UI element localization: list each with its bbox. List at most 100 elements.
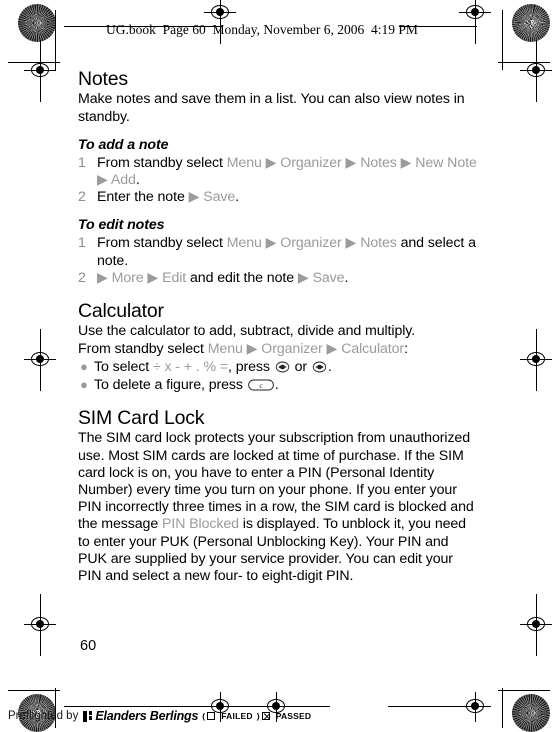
footer-rule-mid — [230, 706, 330, 708]
ui-string: ▶ — [261, 154, 281, 171]
registration-mark-left-top — [24, 40, 56, 102]
calculator-bullet-list: ● To select ÷ x - + . % =, press or . ● — [78, 358, 478, 394]
ui-string: Organizer — [261, 340, 323, 357]
crop-line-right-bottom — [502, 688, 503, 728]
footer-rule-left — [64, 706, 222, 708]
crop-line-left — [55, 10, 56, 70]
section-title-sim-card-lock: SIM Card Lock — [78, 406, 205, 429]
text-run: and edit the note — [186, 269, 298, 286]
step-number: 2 — [78, 189, 86, 206]
calculator-intro-paragraph: Use the calculator to add, subtract, div… — [78, 323, 416, 340]
halftone-test-patch-bottom-right — [512, 694, 550, 732]
list-item: ● To select ÷ x - + . % =, press or . — [78, 358, 478, 376]
registration-mark-right-middle — [520, 329, 552, 391]
step-text: From standby select Menu ▶ Organizer ▶ N… — [97, 155, 477, 188]
halftone-test-patch-top-right — [512, 4, 550, 42]
step-text: ▶ More ▶ Edit and edit the note ▶ Save. — [97, 270, 348, 286]
ui-string: ÷ x - + . % = — [152, 358, 229, 375]
bullet-dot-icon: ● — [80, 358, 88, 374]
nav-key-left-icon — [275, 360, 290, 373]
step-item: 1 From standby select Menu ▶ Organizer ▶… — [78, 235, 478, 269]
registration-mark-left-bottom — [24, 594, 56, 656]
steps-to-edit-notes: 1 From standby select Menu ▶ Organizer ▶… — [78, 235, 478, 287]
passed-checkbox[interactable] — [261, 712, 270, 720]
sim-card-lock-paragraph: The SIM card lock protects your subscrip… — [78, 430, 478, 585]
step-number: 1 — [78, 235, 86, 252]
ui-string: ▶ — [242, 340, 262, 357]
preflight-label: Preflighted by — [8, 710, 79, 722]
step-number: 2 — [78, 269, 86, 286]
crop-line-top-right-h — [498, 62, 550, 64]
registration-mark-top-right — [459, 0, 491, 44]
registration-mark-right-bottom — [520, 594, 552, 656]
step-text: From standby select Menu ▶ Organizer ▶ N… — [97, 235, 476, 268]
ui-string: ▶ — [341, 154, 361, 171]
text-run: To delete a figure, press — [94, 376, 247, 393]
ui-string: ▶ — [396, 154, 416, 171]
preflight-footer: Preflighted by Elanders Berlings ( FAILE… — [8, 709, 311, 723]
elanders-logo-icon — [83, 710, 93, 722]
text-run: From standby select — [78, 340, 208, 357]
ui-string: Calculator — [341, 340, 405, 357]
ui-string: ▶ — [261, 235, 281, 252]
registration-mark-left-middle — [24, 329, 56, 391]
list-item: ● To delete a figure, press c . — [78, 376, 478, 394]
calculator-menu-path: From standby select Menu ▶ Organizer ▶ C… — [78, 341, 478, 358]
page-number: 60 — [80, 638, 97, 654]
ui-string: ▶ — [188, 189, 204, 206]
notes-intro-paragraph: Make notes and save them in a list. You … — [78, 91, 465, 125]
text-run: From standby select — [97, 235, 227, 252]
ui-string: ▶ — [143, 269, 163, 286]
footer-rule-right — [388, 706, 480, 708]
failed-checkbox[interactable] — [207, 712, 216, 720]
nav-key-right-icon — [312, 360, 327, 373]
ui-string: Save — [203, 189, 236, 206]
header-slug-text: UG.book Page 60 Monday, November 6, 2006… — [106, 22, 418, 37]
text-run: : — [404, 340, 408, 357]
ui-string: More — [111, 269, 144, 286]
ui-string: Organizer — [280, 154, 342, 171]
step-item: 2 Enter the note ▶ Save. — [78, 189, 478, 206]
crop-line-right — [502, 10, 503, 70]
text-run: Enter the note — [97, 189, 189, 206]
subsection-heading-to-edit-notes: To edit notes — [78, 217, 165, 234]
ui-string: Organizer — [280, 235, 342, 252]
ui-string: Menu — [226, 154, 262, 171]
steps-to-add-a-note: 1 From standby select Menu ▶ Organizer ▶… — [78, 155, 478, 207]
step-number: 1 — [78, 154, 86, 171]
ui-string: Notes — [360, 235, 397, 252]
ui-string: Notes — [360, 154, 397, 171]
ui-string: PIN Blocked — [161, 516, 239, 533]
failed-close-paren: ) — [256, 711, 260, 721]
bullet-text: To select ÷ x - + . % =, press — [94, 359, 274, 375]
ui-string: ▶ — [97, 269, 112, 286]
ui-string: ▶ — [297, 269, 313, 286]
text-run: From standby select — [97, 154, 227, 171]
text-run: . — [235, 189, 240, 206]
section-title-calculator: Calculator — [78, 300, 164, 323]
ui-string: ▶ — [97, 172, 111, 189]
clear-key-icon: c — [247, 378, 274, 391]
ui-string: Menu — [207, 340, 243, 357]
bullet-icon-separator: or — [290, 358, 311, 375]
crop-line-bottom-right-h — [498, 690, 550, 692]
step-text: Enter the note ▶ Save. — [97, 189, 239, 205]
ui-string: Add — [110, 172, 136, 189]
text-run: To select — [94, 358, 153, 375]
registration-mark-right-top — [520, 40, 552, 102]
ui-string: Edit — [162, 269, 187, 286]
bullet-trailing-period: . — [274, 376, 279, 393]
step-item: 2 ▶ More ▶ Edit and edit the note ▶ Save… — [78, 270, 478, 287]
section-title-notes: Notes — [78, 68, 128, 90]
ui-string: ▶ — [322, 340, 342, 357]
svg-text:c: c — [259, 381, 263, 390]
text-run: . — [344, 269, 349, 286]
bullet-trailing-period: . — [327, 358, 332, 375]
crop-line-bottom-left-h — [8, 690, 60, 692]
subsection-heading-to-add-a-note: To add a note — [78, 136, 169, 153]
step-item: 1 From standby select Menu ▶ Organizer ▶… — [78, 155, 478, 189]
failed-label: FAILED — [221, 711, 253, 721]
ui-string: New Note — [415, 154, 477, 171]
